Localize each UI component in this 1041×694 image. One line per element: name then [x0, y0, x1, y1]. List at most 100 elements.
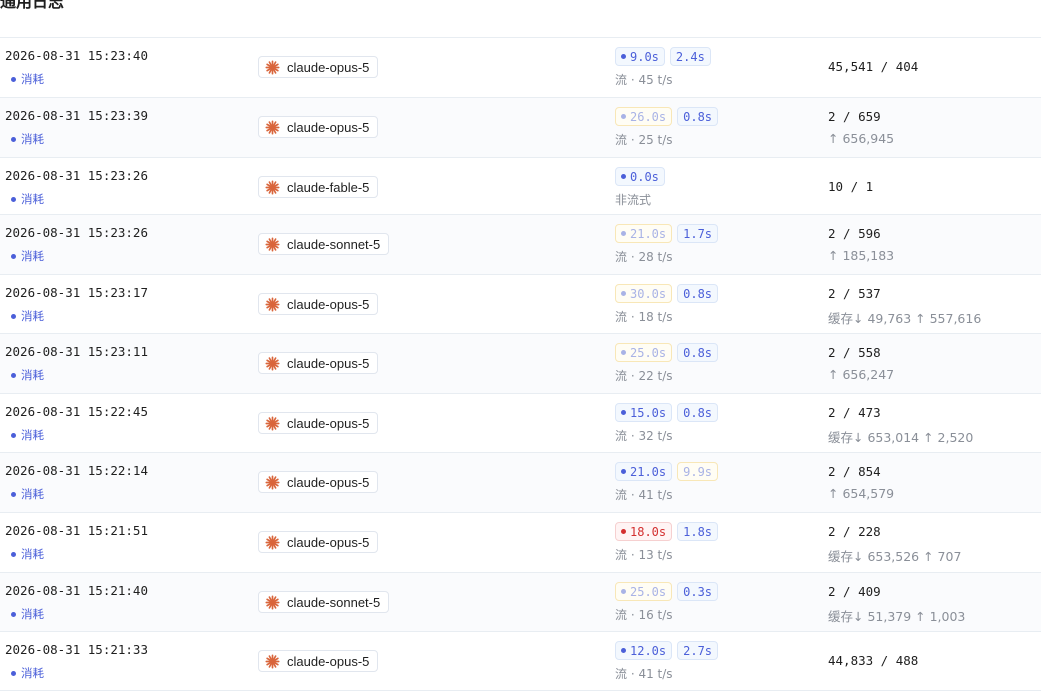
- status-dot: [11, 611, 16, 617]
- total-time-badge: 0.0s: [615, 167, 665, 186]
- total-time: 0.0s: [630, 169, 659, 184]
- token-count: 10 / 1: [828, 179, 874, 194]
- claude-logo-icon: [265, 474, 280, 490]
- timing-badges: 25.0s 0.8s: [615, 343, 719, 362]
- token-count: 2 / 854: [828, 464, 881, 479]
- timing-dot: [621, 469, 626, 474]
- claude-logo-icon: [265, 59, 280, 75]
- table-row[interactable]: 2026-08-31 15:21:51 消耗 claude-opus-5 18.0s 1…: [0, 512, 1041, 572]
- model-tag[interactable]: claude-opus-5: [258, 650, 379, 672]
- timing-badges: 12.0s 2.7s: [615, 641, 719, 660]
- cache-info: ↑ 656,945: [828, 131, 895, 146]
- model-tag[interactable]: claude-opus-5: [258, 116, 379, 138]
- status-dot: [11, 253, 16, 259]
- cache-info: ↑ 654,579: [828, 486, 895, 501]
- page-title: 通用日志: [0, 0, 65, 11]
- row-time: 2026-08-31 15:23:11: [5, 344, 148, 359]
- model-tag[interactable]: claude-sonnet-5: [258, 591, 390, 613]
- model-name: claude-sonnet-5: [287, 236, 381, 252]
- model-tag[interactable]: claude-opus-5: [258, 531, 379, 553]
- model-tag[interactable]: claude-opus-5: [258, 56, 379, 78]
- row-time: 2026-08-31 15:21:33: [5, 642, 148, 657]
- row-time: 2026-08-31 15:21:51: [5, 523, 148, 538]
- first-token-badge: 9.9s: [677, 462, 719, 481]
- type-tag: 消耗: [11, 546, 44, 562]
- table-row[interactable]: 2026-08-31 15:23:40 消耗 claude-opus-5 9.0s 2.…: [0, 37, 1041, 97]
- total-time: 21.0s: [630, 464, 667, 479]
- token-count: 2 / 659: [828, 109, 881, 124]
- table-row[interactable]: 2026-08-31 15:21:33 消耗 claude-opus-5 12.0s 2…: [0, 631, 1041, 691]
- log-table: 2026-08-31 15:23:40 消耗 claude-opus-5 9.0s 2.…: [0, 37, 1041, 691]
- first-token-badge: 1.7s: [677, 224, 719, 243]
- claude-logo-icon: [265, 594, 280, 610]
- total-time-badge: 18.0s: [615, 522, 673, 541]
- stream-info: 流 · 22 t/s: [615, 369, 673, 383]
- table-row[interactable]: 2026-08-31 15:23:39 消耗 claude-opus-5 26.0s 0…: [0, 97, 1041, 157]
- total-time: 26.0s: [630, 109, 667, 124]
- total-time-badge: 30.0s: [615, 284, 673, 303]
- first-token-badge: 0.8s: [677, 107, 719, 126]
- timing-dot: [621, 529, 626, 534]
- timing-badges: 21.0s 1.7s: [615, 224, 719, 243]
- model-name: claude-fable-5: [287, 179, 370, 195]
- model-name: claude-opus-5: [287, 119, 370, 135]
- type-tag: 消耗: [11, 665, 44, 681]
- total-time: 9.0s: [630, 49, 659, 64]
- stream-info: 流 · 32 t/s: [615, 429, 673, 443]
- usage-log-page: 通用日志 2026-08-31 15:23:40 消耗 claude-opus-5 9…: [0, 0, 1041, 694]
- timing-dot: [621, 231, 626, 236]
- table-row[interactable]: 2026-08-31 15:22:14 消耗 claude-opus-5 21.0s 9…: [0, 452, 1041, 512]
- table-row[interactable]: 2026-08-31 15:21:40 消耗 claude-sonnet-5 25.0…: [0, 572, 1041, 631]
- first-token-badge: 1.8s: [677, 522, 719, 541]
- type-tag: 消耗: [11, 606, 44, 622]
- type-label: 消耗: [21, 666, 44, 680]
- total-time-badge: 21.0s: [615, 224, 673, 243]
- claude-logo-icon: [265, 296, 280, 312]
- row-time: 2026-08-31 15:22:45: [5, 404, 148, 419]
- type-tag: 消耗: [11, 191, 44, 207]
- first-token-badge: 2.7s: [677, 641, 719, 660]
- model-name: claude-opus-5: [287, 59, 370, 75]
- model-tag[interactable]: claude-opus-5: [258, 471, 379, 493]
- type-label: 消耗: [21, 72, 44, 86]
- model-tag[interactable]: claude-opus-5: [258, 293, 379, 315]
- timing-dot: [621, 410, 626, 415]
- timing-dot: [621, 54, 626, 59]
- total-time-badge: 12.0s: [615, 641, 673, 660]
- cache-info: 缓存↓ 49,763 ↑ 557,616: [828, 311, 982, 326]
- model-tag[interactable]: claude-opus-5: [258, 352, 379, 374]
- first-token-badge: 0.8s: [677, 284, 719, 303]
- table-row[interactable]: 2026-08-31 15:22:45 消耗 claude-opus-5 15.0s 0…: [0, 393, 1041, 452]
- row-time: 2026-08-31 15:21:40: [5, 583, 148, 598]
- stream-info: 流 · 13 t/s: [615, 548, 673, 562]
- total-time-badge: 9.0s: [615, 47, 665, 66]
- table-row[interactable]: 2026-08-31 15:23:17 消耗 claude-opus-5 30.0s 0…: [0, 274, 1041, 333]
- type-label: 消耗: [21, 607, 44, 621]
- total-time-badge: 25.0s: [615, 343, 673, 362]
- total-time-badge: 15.0s: [615, 403, 673, 422]
- stream-info: 流 · 16 t/s: [615, 608, 673, 622]
- token-count: 2 / 409: [828, 584, 881, 599]
- model-name: claude-sonnet-5: [287, 594, 381, 610]
- type-tag: 消耗: [11, 486, 44, 502]
- type-label: 消耗: [21, 132, 44, 146]
- table-row[interactable]: 2026-08-31 15:23:11 消耗 claude-opus-5 25.0s 0…: [0, 333, 1041, 393]
- model-tag[interactable]: claude-fable-5: [258, 176, 379, 198]
- type-tag: 消耗: [11, 308, 44, 324]
- cache-info: 缓存↓ 653,526 ↑ 707: [828, 549, 962, 564]
- total-time: 15.0s: [630, 405, 667, 420]
- model-tag[interactable]: claude-opus-5: [258, 412, 379, 434]
- claude-logo-icon: [265, 415, 280, 431]
- timing-badges: 9.0s 2.4s: [615, 47, 711, 66]
- table-row[interactable]: 2026-08-31 15:23:26 消耗 claude-sonnet-5 21.0…: [0, 214, 1041, 274]
- status-dot: [11, 372, 16, 378]
- claude-logo-icon: [265, 534, 280, 550]
- token-count: 2 / 537: [828, 286, 881, 301]
- table-row[interactable]: 2026-08-31 15:23:26 消耗 claude-fable-5 0.0s 非…: [0, 157, 1041, 214]
- model-tag[interactable]: claude-sonnet-5: [258, 233, 390, 255]
- claude-logo-icon: [265, 179, 280, 195]
- total-time-badge: 21.0s: [615, 462, 673, 481]
- model-name: claude-opus-5: [287, 296, 370, 312]
- type-tag: 消耗: [11, 71, 44, 87]
- first-token-badge: 0.3s: [677, 582, 719, 601]
